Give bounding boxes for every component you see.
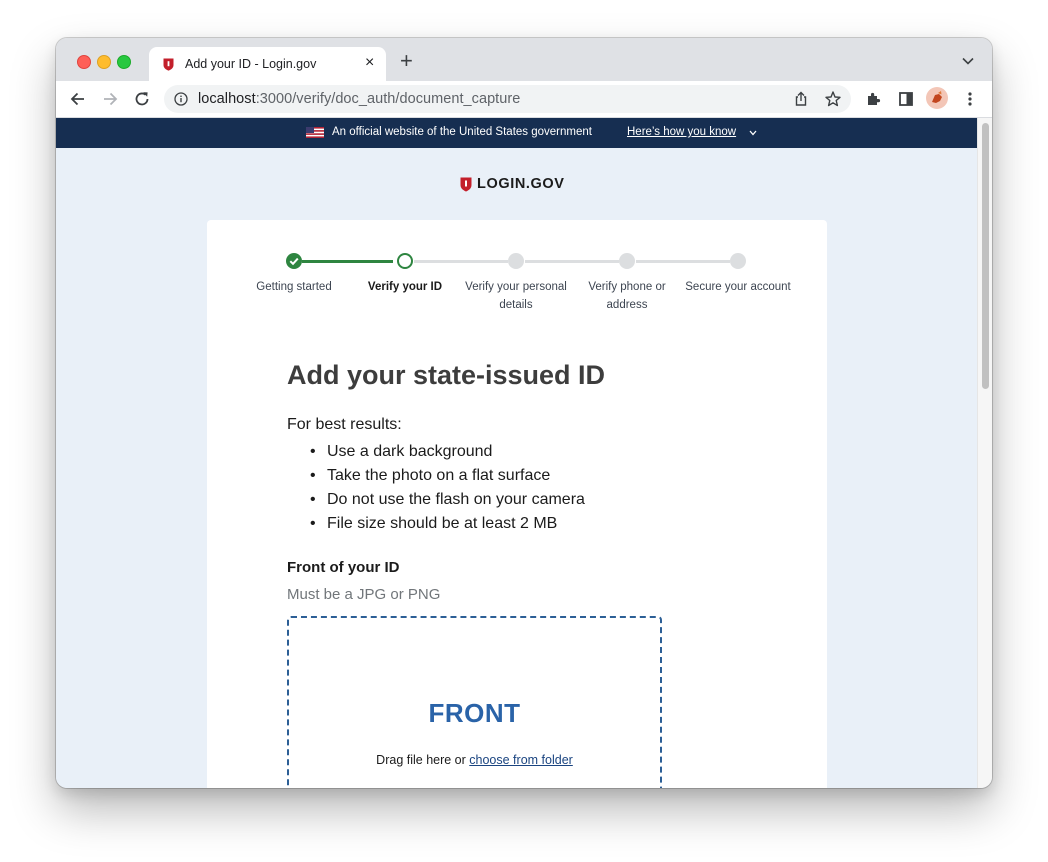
browser-toolbar: localhost:3000/verify/doc_auth/document_… (56, 81, 992, 118)
step-line-complete (302, 260, 393, 263)
list-item: File size should be at least 2 MB (287, 512, 585, 536)
front-id-file-dropzone[interactable]: FRONT Drag file here or choose from fold… (287, 616, 662, 788)
step-label-personal-details: Verify your personal details (465, 281, 567, 311)
tab-strip: Add your ID - Login.gov × + (56, 38, 992, 81)
list-item: Do not use the flash on your camera (287, 488, 585, 512)
dropzone-title: FRONT (428, 698, 521, 728)
step-pending-dot (619, 253, 635, 269)
minimize-window-button[interactable] (97, 55, 111, 69)
step-label-verify-phone: Verify phone or address (588, 281, 666, 311)
url-text: localhost:3000/verify/doc_auth/document_… (198, 91, 520, 107)
tips-list: Use a dark background Take the photo on … (287, 440, 585, 536)
close-window-button[interactable] (77, 55, 91, 69)
browser-tab-active[interactable]: Add your ID - Login.gov × (149, 47, 386, 81)
scrollbar-thumb[interactable] (982, 123, 989, 389)
forward-arrow-icon[interactable] (100, 89, 120, 109)
extensions-puzzle-icon[interactable] (864, 89, 884, 109)
reload-icon[interactable] (132, 89, 152, 109)
browser-window: Add your ID - Login.gov × + localhost:30… (56, 38, 992, 788)
dropzone-text: Drag file here or (376, 753, 470, 767)
dropzone-instructions: Drag file here or choose from folder (289, 753, 660, 767)
bookmark-star-icon[interactable] (823, 89, 843, 109)
list-item: Take the photo on a flat surface (287, 464, 585, 488)
page-scrollbar[interactable] (977, 118, 992, 788)
profile-avatar[interactable] (926, 87, 948, 109)
site-info-icon[interactable] (174, 92, 188, 106)
step-pending-dot (508, 253, 524, 269)
new-tab-button[interactable]: + (400, 50, 413, 72)
shield-logo-icon (460, 177, 472, 192)
tab-search-chevron-icon[interactable] (962, 57, 974, 65)
best-results-intro: For best results: (287, 416, 402, 433)
list-item: Use a dark background (287, 440, 585, 464)
browser-menu-kebab-icon[interactable] (960, 89, 980, 109)
step-current-dot (397, 253, 413, 269)
page-title: Add your state-issued ID (287, 360, 606, 390)
heres-how-you-know-link[interactable]: Here’s how you know (627, 126, 736, 138)
web-page: An official website of the United States… (56, 118, 977, 788)
close-tab-icon[interactable]: × (365, 55, 374, 71)
step-indicator: Getting started Verify your ID Verify yo… (207, 220, 827, 320)
main-card: Getting started Verify your ID Verify yo… (207, 220, 827, 788)
front-id-label: Front of your ID (287, 559, 400, 576)
logo-text: LOGIN.GOV (477, 176, 565, 192)
url-host: localhost (198, 91, 256, 107)
us-flag-icon (306, 127, 324, 138)
back-arrow-icon[interactable] (68, 89, 88, 109)
login-gov-favicon-icon (163, 58, 174, 71)
tab-title: Add your ID - Login.gov (185, 57, 317, 71)
profile-avatar-image-icon (932, 91, 942, 103)
step-line-pending (414, 260, 508, 263)
front-id-hint: Must be a JPG or PNG (287, 586, 441, 603)
url-path: :3000/verify/doc_auth/document_capture (255, 91, 521, 107)
step-label-verify-id: Verify your ID (367, 281, 443, 293)
step-pending-dot (730, 253, 746, 269)
step-line-pending (525, 260, 619, 263)
chevron-down-icon[interactable] (749, 130, 757, 136)
gov-banner-text: An official website of the United States… (332, 126, 592, 138)
choose-from-folder-link[interactable]: choose from folder (469, 753, 573, 767)
step-complete-dot (286, 253, 302, 269)
gov-banner: An official website of the United States… (56, 118, 977, 148)
side-panel-icon[interactable] (896, 89, 916, 109)
step-label-secure-account: Secure your account (685, 281, 791, 293)
checkmark-icon (289, 257, 299, 266)
step-line-pending (636, 260, 730, 263)
share-icon[interactable] (791, 89, 811, 109)
address-bar[interactable]: localhost:3000/verify/doc_auth/document_… (164, 85, 851, 113)
zoom-window-button[interactable] (117, 55, 131, 69)
step-label-getting-started: Getting started (256, 281, 332, 293)
